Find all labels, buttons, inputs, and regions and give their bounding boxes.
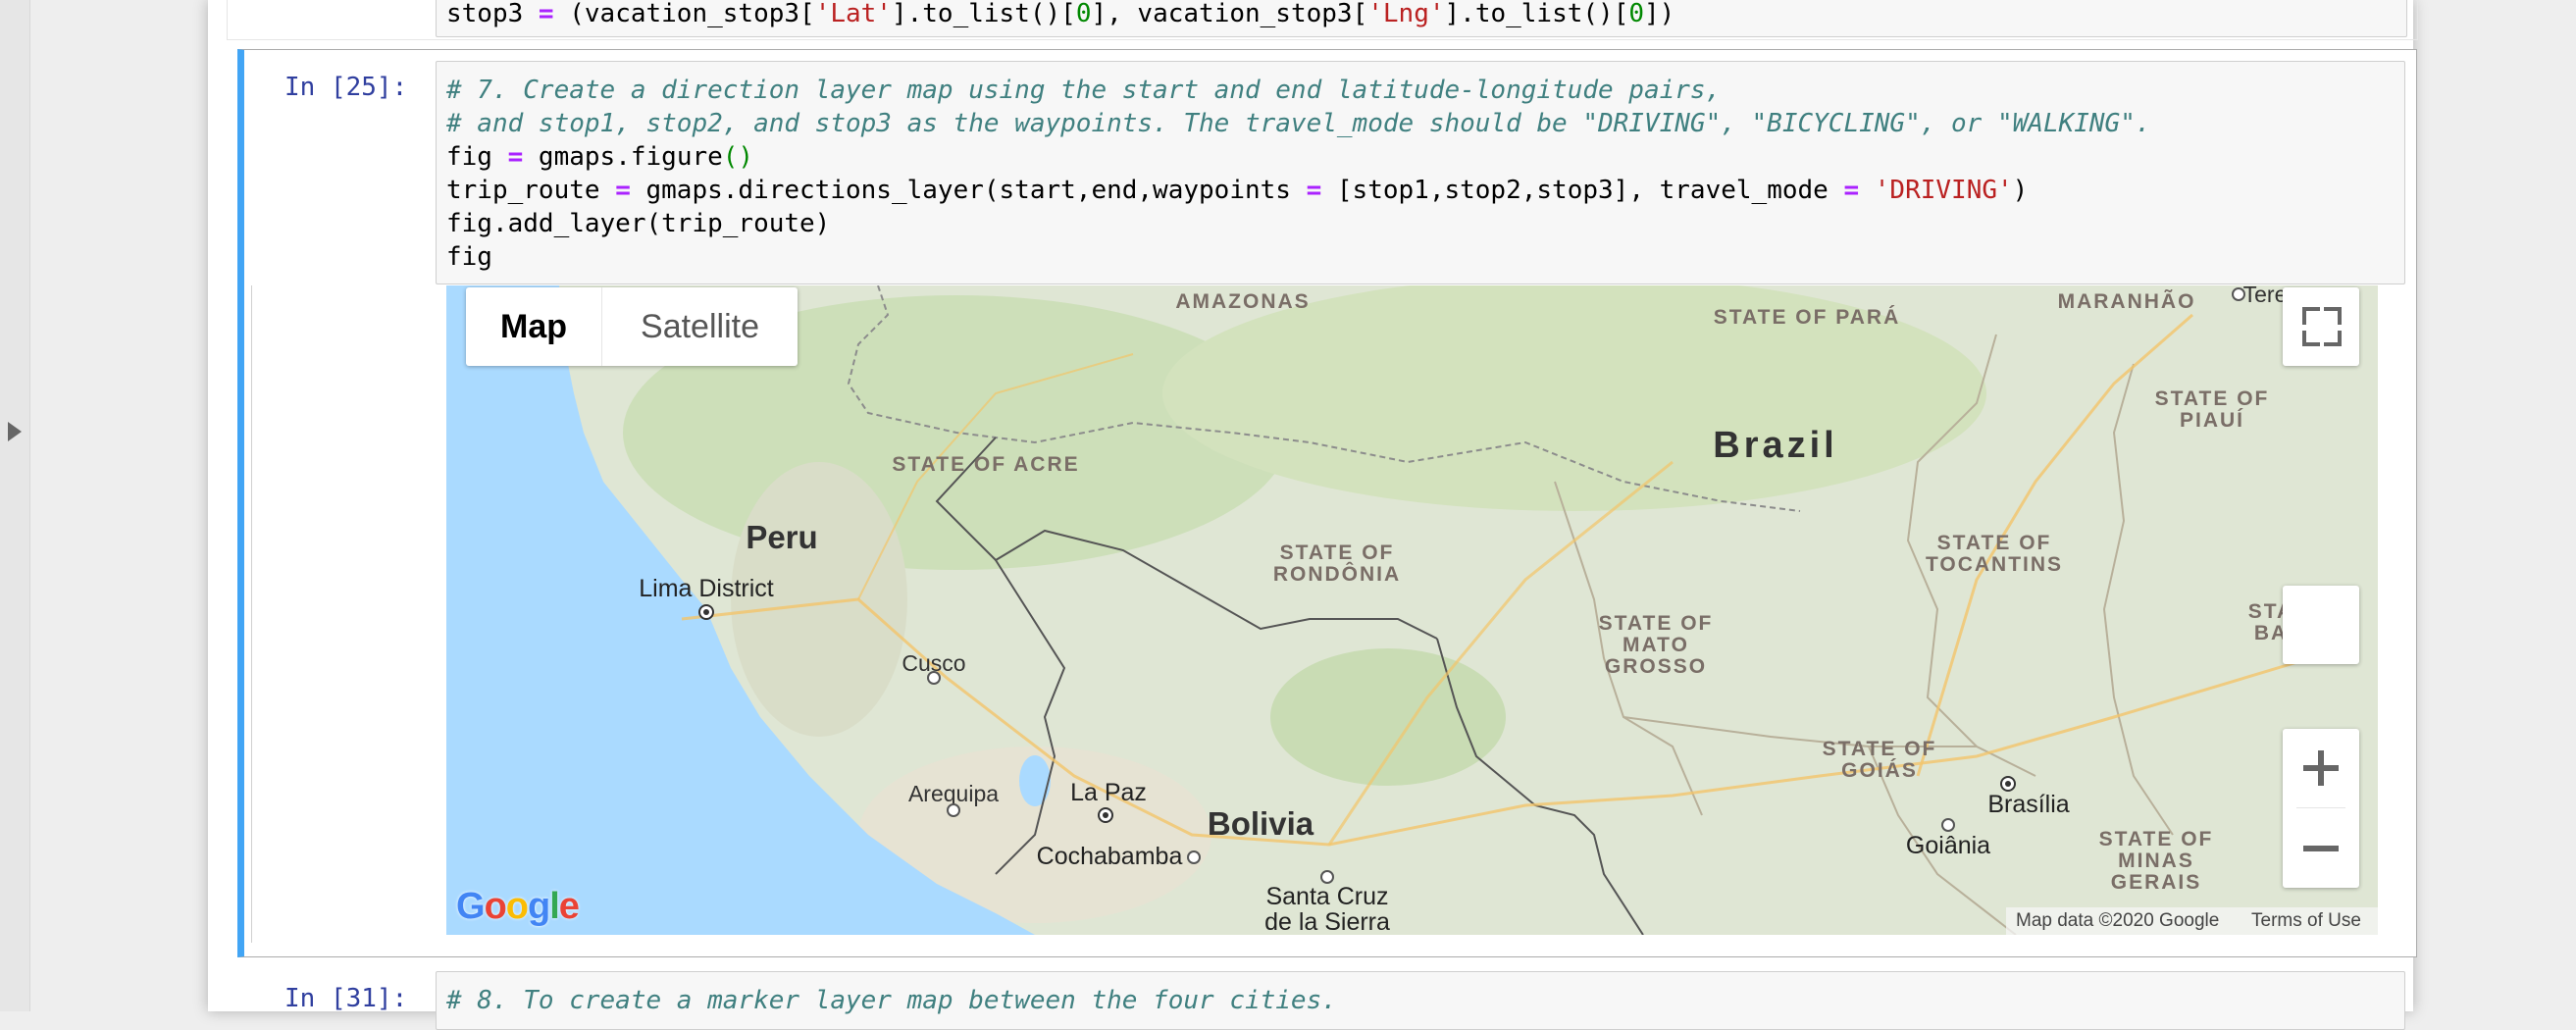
divider — [2296, 807, 2345, 808]
map-label-state: STATE OF MINAS GERAIS — [2098, 828, 2214, 894]
code-token: ], vacation_stop3[ — [1091, 0, 1368, 28]
code-comment: # 7. Create a direction layer map using … — [446, 76, 1722, 105]
map-canvas[interactable] — [446, 285, 2378, 935]
code-token: 0 — [1628, 0, 1645, 28]
code-token: gmaps.figure — [523, 142, 723, 172]
code-line: fig = gmaps.figure() — [446, 140, 753, 174]
map-label-state: STATE OF TOCANTINS — [1925, 532, 2064, 576]
map-label-country: Peru — [746, 519, 818, 555]
map-label-state: STATE OF RONDÔNIA — [1272, 541, 1402, 586]
fullscreen-icon — [2302, 307, 2342, 346]
input-prompt: In [25]: — [284, 73, 408, 102]
map-label-state: STATE OF PARÁ — [1713, 306, 1901, 329]
map-label-city: Santa Cruz de la Sierra — [1264, 883, 1390, 935]
map-label-state: STATE OF PIAUÍ — [2154, 387, 2270, 432]
map-type-control: Map Satellite — [466, 287, 798, 366]
map-label-state: MARANHÃO — [2057, 290, 2196, 313]
google-logo[interactable]: Google — [456, 886, 580, 928]
map-widget[interactable]: AMAZONAS STATE OF PARÁ MARANHÃO STATE OF… — [446, 285, 2378, 935]
map-label-state: STATE OF MATO GROSSO — [1598, 612, 1714, 678]
code-line: fig.add_layer(trip_route) — [446, 209, 831, 238]
zoom-out-button[interactable] — [2283, 809, 2359, 888]
code-comment: # 8. To create a marker layer map betwee… — [446, 986, 1337, 1015]
forest-area — [1270, 648, 1506, 786]
code-token: 'Lat' — [814, 0, 892, 28]
plus-icon — [2303, 750, 2339, 786]
previous-cell[interactable]: stop3 = (vacation_stop3['Lat'].to_list()… — [227, 0, 2418, 40]
code-line: trip_route = gmaps.directions_layer(star… — [446, 174, 2028, 207]
code-token: gmaps.directions_layer(start,end,waypoin… — [630, 176, 1307, 205]
code-line: stop3 = (vacation_stop3['Lat'].to_list()… — [446, 0, 1674, 30]
code-token: fig — [446, 142, 508, 172]
sidebar-expand-icon[interactable] — [8, 422, 22, 441]
code-line: fig — [446, 242, 492, 272]
fullscreen-button[interactable] — [2283, 287, 2359, 366]
code-input[interactable]: # 8. To create a marker layer map betwee… — [436, 971, 2405, 1030]
map-label-country: Bolivia — [1207, 805, 1314, 842]
code-input[interactable]: stop3 = (vacation_stop3['Lat'].to_list()… — [436, 0, 2407, 37]
code-token: 'DRIVING' — [1874, 176, 2013, 205]
code-token: (vacation_stop3[ — [553, 0, 815, 28]
city-marker-icon[interactable] — [1187, 850, 1201, 864]
city-marker-icon[interactable] — [947, 803, 960, 817]
map-label-country: Brazil — [1713, 425, 1838, 466]
map-label-state: STATE OF ACRE — [892, 453, 1080, 476]
map-label-city: Cochabamba — [1036, 843, 1183, 870]
map-label-state: AMAZONAS — [1175, 290, 1311, 313]
code-token: ]) — [1644, 0, 1675, 28]
zoom-in-button[interactable] — [2283, 729, 2359, 807]
code-token: trip_route — [446, 176, 616, 205]
code-token: = — [615, 176, 631, 205]
map-label-city: La Paz — [1070, 779, 1147, 806]
city-marker-icon[interactable] — [1941, 818, 1955, 832]
input-prompt: In [31]: — [284, 984, 408, 1013]
map-data-attribution: Map data ©2020 Google — [2016, 910, 2220, 931]
map-label-city: Brasília — [1987, 791, 2070, 818]
map-label-city: Lima District — [639, 575, 774, 602]
code-token: [stop1,stop2,stop3], travel_mode — [1321, 176, 1844, 205]
code-token: ) — [2012, 176, 2029, 205]
terms-of-use-link[interactable]: Terms of Use — [2251, 910, 2361, 932]
code-token: = — [538, 0, 554, 28]
code-token: stop3 — [446, 0, 539, 28]
code-token: ].to_list()[ — [1444, 0, 1629, 28]
minus-icon — [2303, 846, 2339, 851]
map-label-state: STATE OF GOIÁS — [1822, 738, 1937, 782]
code-token: 0 — [1075, 0, 1092, 28]
satellite-view-button[interactable]: Satellite — [602, 287, 798, 366]
code-token: = — [507, 142, 524, 172]
left-panel — [0, 0, 30, 1011]
code-input[interactable]: # 7. Create a direction layer map using … — [436, 61, 2405, 284]
map-view-button[interactable]: Map — [466, 287, 601, 366]
city-marker-icon[interactable] — [927, 671, 941, 685]
code-token: 'Lng' — [1367, 0, 1445, 28]
code-token: = — [1306, 176, 1322, 205]
zoom-control — [2283, 729, 2359, 888]
code-token: () — [722, 142, 754, 172]
code-token: ].to_list()[ — [891, 0, 1076, 28]
capital-marker-icon[interactable] — [2000, 776, 2016, 792]
map-label-city: Tere — [2242, 285, 2288, 307]
street-view-button[interactable] — [2283, 586, 2359, 664]
map-label-city: Goiânia — [1905, 832, 1991, 859]
capital-marker-icon[interactable] — [698, 604, 714, 620]
city-marker-icon[interactable] — [1320, 870, 1334, 884]
code-comment: # and stop1, stop2, and stop3 as the way… — [446, 109, 2151, 138]
code-token: = — [1843, 176, 1860, 205]
lake-titicaca — [1019, 755, 1051, 806]
capital-marker-icon[interactable] — [1098, 807, 1113, 823]
